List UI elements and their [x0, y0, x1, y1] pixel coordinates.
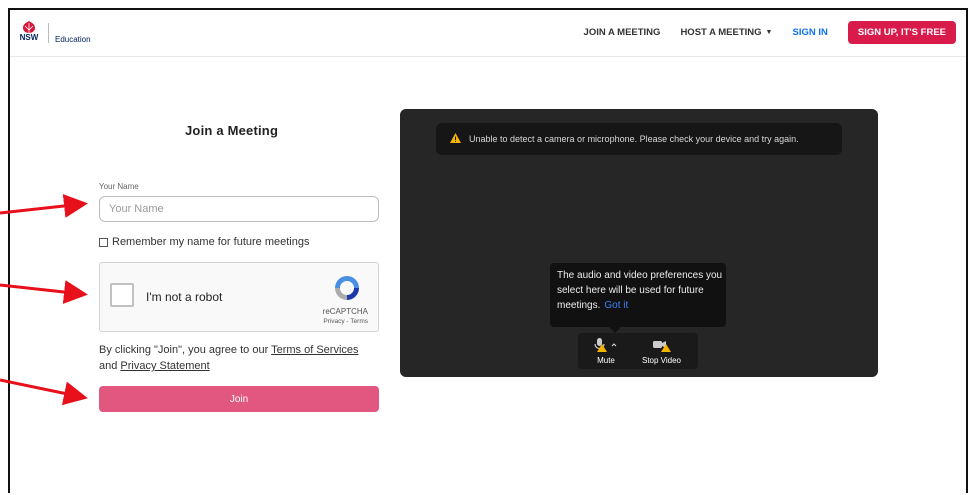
annotation-arrows — [0, 194, 88, 406]
arrow-to-join-button — [0, 378, 88, 406]
arrow-to-name-input — [0, 194, 88, 218]
arrow-to-recaptcha — [0, 280, 88, 304]
